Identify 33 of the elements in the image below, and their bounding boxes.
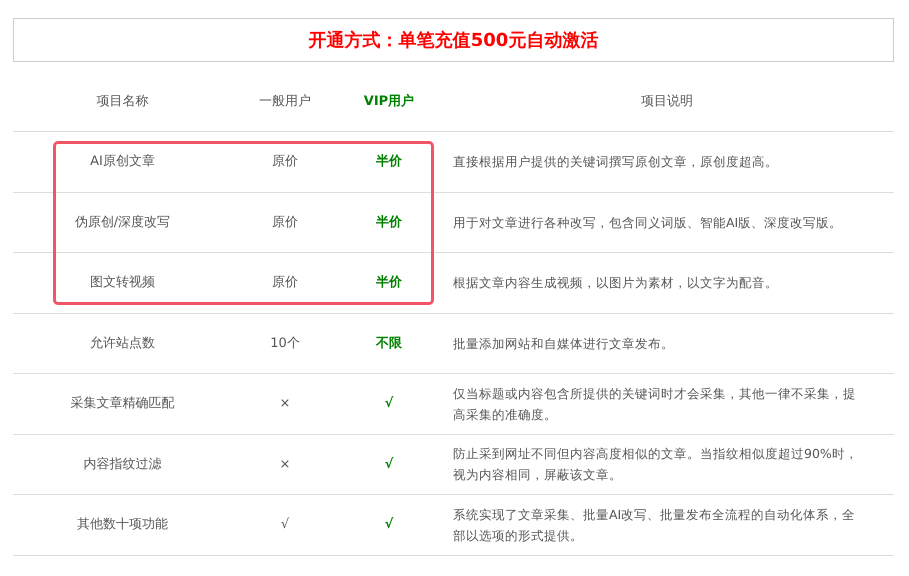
table-cell: 10个 <box>270 336 300 350</box>
table-cell: 直接根据用户提供的关键词撰写原创文章，原创度超高。 <box>453 154 778 170</box>
table-cell: AI原创文章 <box>90 154 155 169</box>
table-cell: 仅当标题或内容包含所提供的关键词时才会采集，其他一律不采集，提高采集的准确度。 <box>453 386 856 422</box>
table-cell: 原价 <box>272 154 298 169</box>
table-cell: 采集文章精确匹配 <box>70 396 174 411</box>
table-cell: 半价 <box>376 154 402 169</box>
table-cell: × <box>280 456 290 472</box>
table-cell: 其他数十项功能 <box>77 517 168 532</box>
column-header: 一般用户 <box>259 94 311 109</box>
table-cell: 允许站点数 <box>90 336 155 350</box>
table-cell: √ <box>280 517 290 532</box>
table-cell: 伪原创/深度改写 <box>74 214 170 230</box>
table-cell: √ <box>384 517 394 532</box>
table-cell: 系统实现了文章采集、批量AI改写、批量发布全流程的自动化体系，全部以选项的形式提供。 <box>453 506 856 543</box>
table-cell: 半价 <box>376 214 402 230</box>
table-cell: 图文转视频 <box>90 275 155 290</box>
table-cell: 原价 <box>272 275 298 290</box>
banner-title: 开通方式：单笔充值500元自动激活 <box>308 28 598 52</box>
table-cell: 内容指纹过滤 <box>84 456 162 472</box>
table-cell: 半价 <box>376 275 402 290</box>
table-cell: 不限 <box>376 336 402 350</box>
table-cell: √ <box>384 396 394 411</box>
column-header: 项目名称 <box>96 94 148 109</box>
column-header: 项目说明 <box>641 94 693 109</box>
table-cell: 根据文章内容生成视频，以图片为素材，以文字为配音。 <box>453 275 778 290</box>
column-header: VIP用户 <box>364 94 414 109</box>
table-cell: √ <box>384 456 394 472</box>
table-cell: 原价 <box>272 214 298 230</box>
table-cell: 防止采到网址不同但内容高度相似的文章。当指纹相似度超过90%时，视为内容相同，屏蔽该文章。 <box>453 446 858 482</box>
table-cell: 批量添加网站和自媒体进行文章发布。 <box>453 336 674 351</box>
table-cell: × <box>280 396 290 411</box>
table-cell: 用于对文章进行各种改写，包含同义词版、智能AI版、深度改写版。 <box>453 214 842 230</box>
